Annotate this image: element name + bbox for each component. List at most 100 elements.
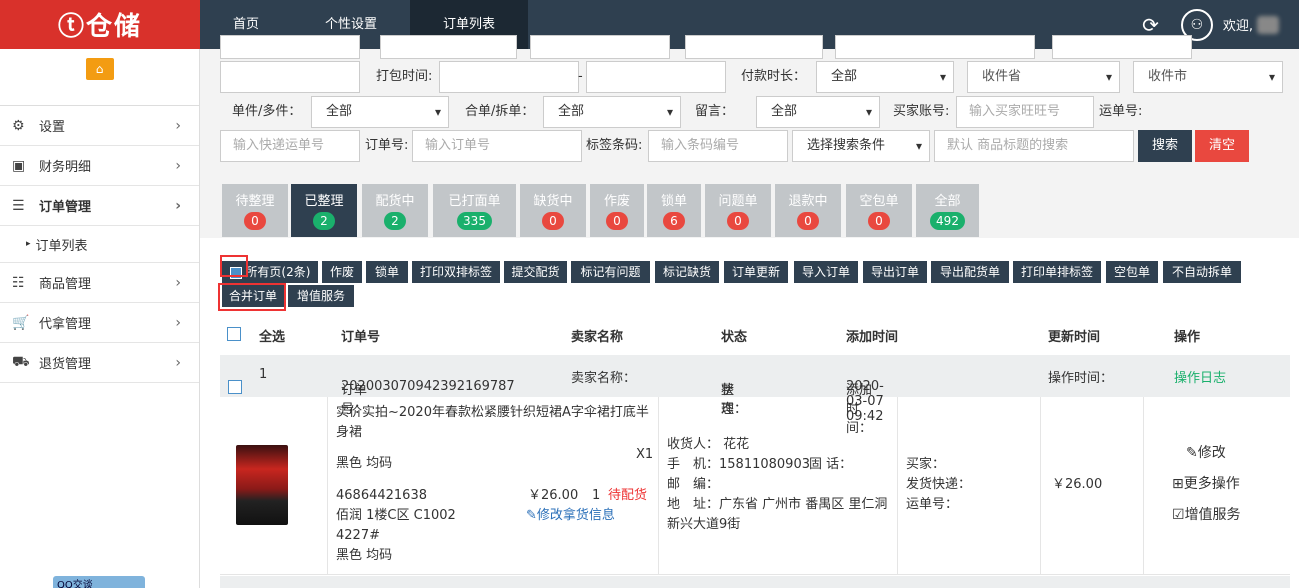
search-button[interactable]: 搜索 [1138, 130, 1192, 162]
status-tab-printed[interactable]: 已打面单 335 [433, 184, 516, 237]
more-actions-button[interactable]: ⊞更多操作 [1172, 474, 1240, 494]
status-tab-pending[interactable]: 待整理 0 [222, 184, 288, 237]
sidebar-item-finance[interactable]: ▣ 财务明细 › [0, 146, 199, 186]
pack-time-label: 打包时间: [376, 69, 433, 84]
table-row: 1 订单号： 202003070942392169787 卖家名称： 状态： 整理 … [220, 355, 1290, 436]
header-seller: 卖家名称 [571, 330, 624, 345]
status-tab-out-of-stock[interactable]: 缺货中 0 [520, 184, 586, 237]
edit-icon: ✎ [1186, 445, 1198, 461]
keyword-input[interactable]: 默认 商品标题的搜索 [934, 130, 1134, 162]
waybill-label: 运单号： [906, 497, 959, 512]
chevron-right-icon: › [175, 314, 181, 331]
menu-icon: ☰ [12, 197, 25, 214]
single-multi-select[interactable]: 全部 [311, 96, 449, 128]
action-export-picking-button[interactable]: 导出配货单 [931, 261, 1009, 283]
status-tab-picking[interactable]: 配货中 2 [362, 184, 428, 237]
row-index: 1 [259, 367, 268, 382]
status-tab-empty-package[interactable]: 空包单 0 [846, 184, 912, 237]
city-select[interactable]: 收件市 [1133, 61, 1283, 93]
row-checkbox[interactable] [228, 380, 242, 394]
order-no-input[interactable]: 输入订单号 [412, 130, 582, 162]
filter-input-cut-1[interactable] [220, 35, 360, 59]
action-submit-picking-button[interactable]: 提交配货 [504, 261, 567, 283]
pack-time-start-input[interactable] [439, 61, 579, 93]
edit-pick-info-link[interactable]: ✎修改拿货信息 [526, 506, 615, 526]
buyer-input[interactable]: 输入买家旺旺号 [956, 96, 1094, 128]
list-icon: ☷ [12, 274, 25, 291]
product-count: 1 [592, 488, 601, 503]
merge-split-label: 合单/拆单： [465, 104, 535, 119]
filter-input-cut-4[interactable] [685, 35, 823, 59]
action-print-double-label-button[interactable]: 打印双排标签 [412, 261, 500, 283]
range-dash: - [578, 69, 583, 84]
operation-log-link[interactable]: 操作日志 [1174, 367, 1226, 386]
welcome-text: 欢迎, [1222, 19, 1253, 34]
action-update-order-button[interactable]: 订单更新 [724, 261, 788, 283]
clear-button[interactable]: 清空 [1195, 130, 1249, 162]
pack-time-end-input[interactable] [586, 61, 726, 93]
highlight-merge [218, 283, 286, 311]
briefcase-icon: ▣ [12, 157, 26, 174]
value-added-service-button[interactable]: ☑增值服务 [1172, 505, 1241, 525]
action-print-single-label-button[interactable]: 打印单排标签 [1013, 261, 1101, 283]
status-tab-locked[interactable]: 锁单 6 [647, 184, 701, 237]
refresh-icon[interactable]: ⟳ [1142, 13, 1159, 37]
product-price: ￥26.00 [528, 488, 579, 503]
seller-label: 卖家名称： [571, 371, 637, 386]
filter-input-cut-3[interactable] [530, 35, 670, 59]
home-icon[interactable]: ⌂ [85, 58, 114, 80]
pay-duration-select[interactable]: 全部 [816, 61, 954, 93]
sidebar-item-settings[interactable]: ⚙ 设置 › [0, 106, 199, 146]
chevron-right-icon: › [175, 274, 181, 291]
op-time-label: 操作时间： [1048, 371, 1114, 386]
product-qty: X1 [636, 447, 654, 462]
action-export-orders-button[interactable]: 导出订单 [863, 261, 927, 283]
filter-input-cut-6[interactable] [1052, 35, 1192, 59]
action-no-auto-split-button[interactable]: 不自动拆单 [1163, 261, 1241, 283]
chevron-right-icon: › [175, 157, 181, 174]
brand-logo: ⓣ仓储 [0, 0, 200, 49]
edit-button[interactable]: ✎修改 [1186, 443, 1226, 463]
sidebar-item-returns[interactable]: ⛟ 退货管理 › [0, 343, 199, 383]
chevron-right-icon: › [175, 354, 181, 371]
sidebar-item-products[interactable]: ☷ 商品管理 › [0, 263, 199, 303]
merge-split-select[interactable]: 全部 [543, 96, 681, 128]
action-mark-problem-button[interactable]: 标记有问题 [571, 261, 650, 283]
search-condition-select[interactable]: 选择搜索条件 [792, 130, 930, 162]
select-all-checkbox[interactable] [227, 326, 241, 341]
status-tab-sorted[interactable]: 已整理 2 [291, 184, 357, 237]
action-lock-button[interactable]: 锁单 [366, 261, 408, 283]
action-empty-package-button[interactable]: 空包单 [1106, 261, 1158, 283]
edit-icon: ✎ [526, 508, 537, 523]
action-import-orders-button[interactable]: 导入订单 [794, 261, 858, 283]
chevron-right-icon: › [175, 117, 181, 134]
single-multi-label: 单件/多件： [232, 104, 302, 119]
order-amount: ￥26.00 [1052, 477, 1103, 492]
waybill-input[interactable]: 输入快递运单号 [220, 130, 360, 162]
sidebar-item-proxy[interactable]: 🛒 代拿管理 › [0, 303, 199, 343]
status-tab-problem[interactable]: 问题单 0 [705, 184, 771, 237]
action-void-button[interactable]: 作废 [322, 261, 362, 283]
next-row-strip [220, 576, 1290, 588]
action-mark-out-of-stock-button[interactable]: 标记缺货 [655, 261, 719, 283]
filter-input-blank[interactable] [220, 61, 360, 93]
header-select-all: 全选 [259, 330, 286, 345]
header-add-time: 添加时间 [846, 330, 899, 345]
barcode-input[interactable]: 输入条码编号 [648, 130, 788, 162]
status-tab-void[interactable]: 作废 0 [590, 184, 644, 237]
status-tab-refunding[interactable]: 退款中 0 [775, 184, 841, 237]
username-blur [1257, 15, 1279, 34]
province-select[interactable]: 收件省 [967, 61, 1120, 93]
filter-input-cut-2[interactable] [380, 35, 517, 59]
qq-chat-button[interactable]: QQ交谈 [53, 576, 145, 588]
message-select[interactable]: 全部 [756, 96, 880, 128]
action-value-added-button[interactable]: 增值服务 [288, 285, 354, 307]
header-update-time: 更新时间 [1048, 330, 1101, 345]
order-no-label: 订单号: [365, 138, 409, 153]
status-tab-all[interactable]: 全部 492 [916, 184, 979, 237]
product-title[interactable]: 实价实拍~2020年春款松紧腰针织短裙A字伞裙打底半身裙 [336, 403, 652, 443]
product-thumbnail[interactable] [236, 445, 288, 525]
sidebar-item-orders[interactable]: ☰ 订单管理 › [0, 186, 199, 226]
filter-input-cut-5[interactable] [835, 35, 1035, 59]
sidebar-item-order-list[interactable]: ▸ 订单列表 [0, 226, 199, 263]
